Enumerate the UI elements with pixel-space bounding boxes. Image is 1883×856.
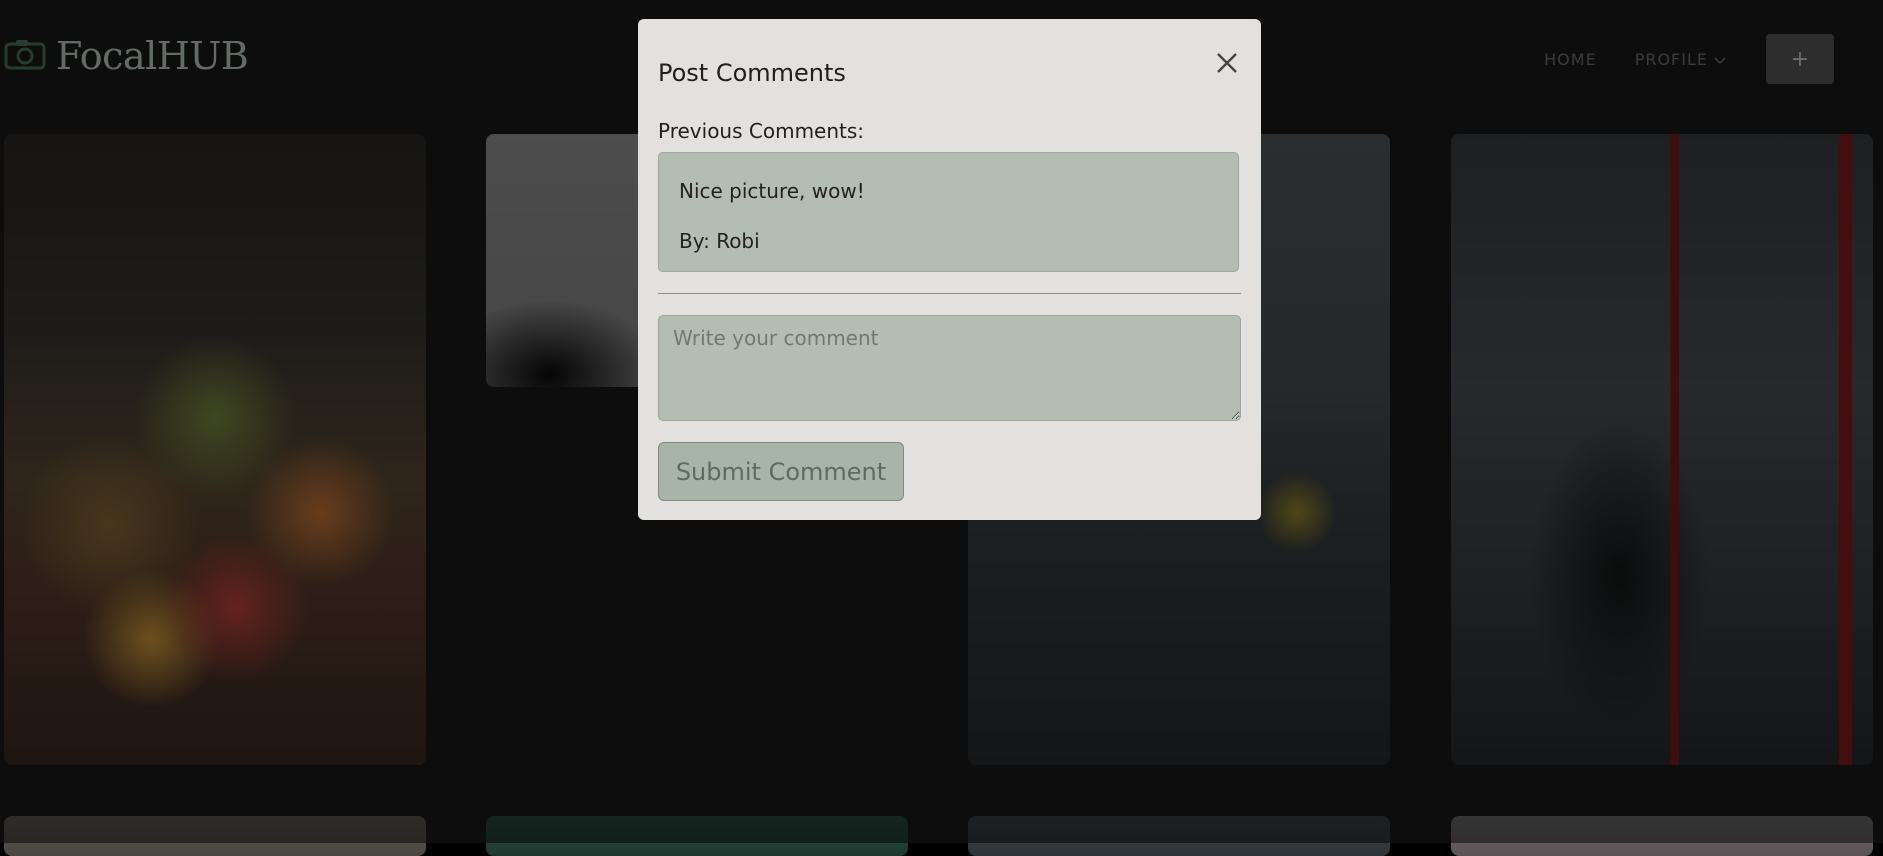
comment-author: By: Robi <box>679 229 760 253</box>
close-icon <box>1216 52 1238 78</box>
previous-comments-label: Previous Comments: <box>658 119 865 143</box>
submit-comment-button[interactable]: Submit Comment <box>658 442 904 501</box>
comment-text: Nice picture, wow! <box>679 179 865 203</box>
divider <box>658 293 1241 294</box>
post-comments-modal: Post Comments Previous Comments: Nice pi… <box>638 19 1261 520</box>
close-button[interactable] <box>1209 47 1245 83</box>
modal-title: Post Comments <box>658 59 846 87</box>
comment-input[interactable] <box>658 315 1241 421</box>
previous-comments-box: Nice picture, wow! By: Robi <box>658 152 1239 272</box>
